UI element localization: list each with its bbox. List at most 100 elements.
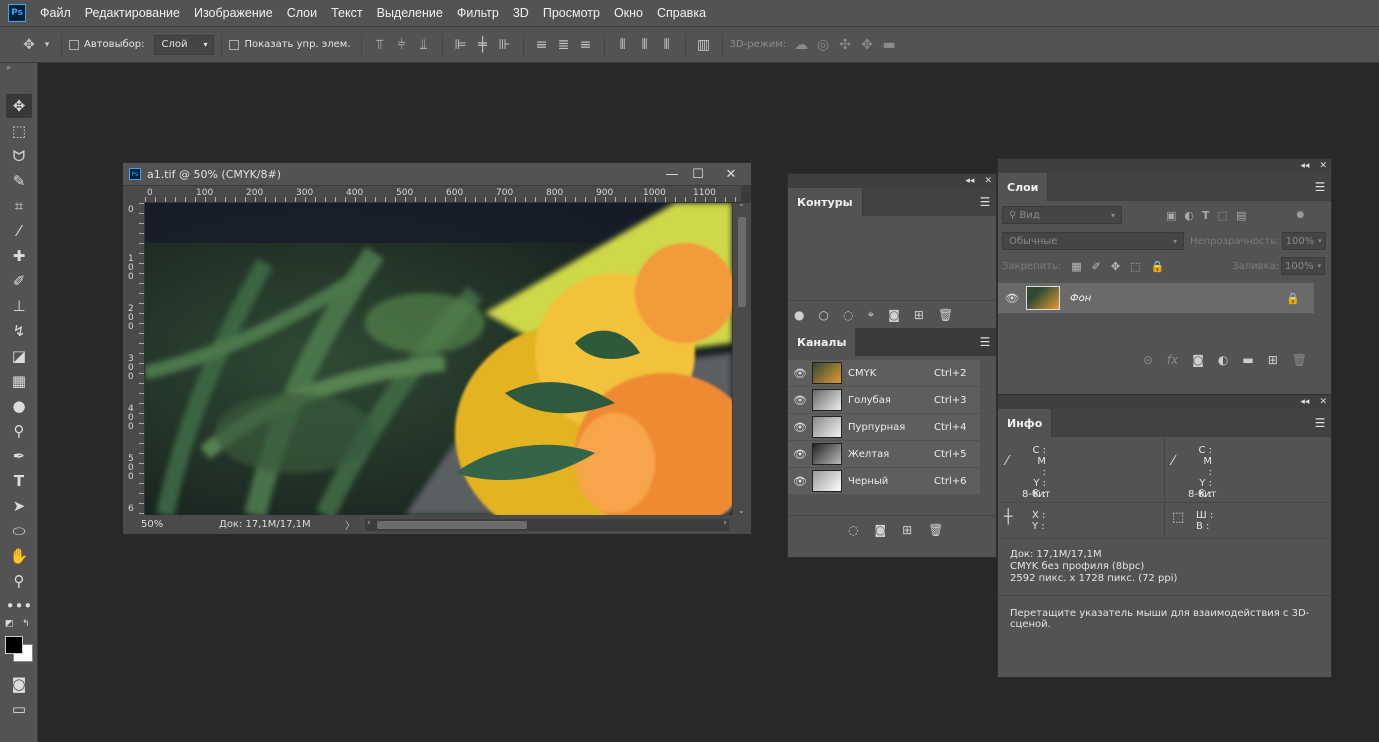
scroll-up-icon[interactable]: ⌃ [738,203,745,212]
eyedropper-icon[interactable]: ⁄ [1172,454,1174,469]
distribute-vcenter-icon[interactable]: ≣ [553,37,575,53]
roll-3d-icon[interactable]: ◎ [812,37,834,53]
distribute-right-icon[interactable]: ⦀ [656,37,678,53]
link-layers-icon[interactable]: ⊝ [1143,353,1153,367]
zoom-level[interactable]: 50% [123,519,175,530]
tab-channels[interactable]: Каналы [788,328,857,356]
document-titlebar[interactable]: Ps a1.tif @ 50% (CMYK/8#) — ☐ ✕ [123,163,751,185]
menu-layers[interactable]: Слои [287,6,317,20]
panel-menu-icon[interactable]: ☰ [974,328,996,356]
menu-help[interactable]: Справка [657,6,706,20]
healing-brush-tool-icon[interactable]: ✚ [6,244,32,268]
stamp-tool-icon[interactable]: ⊥ [6,294,32,318]
history-brush-tool-icon[interactable]: ↯ [6,319,32,343]
lasso-tool-icon[interactable]: ᗢ [6,144,32,168]
slide-3d-icon[interactable]: ✥ [856,37,878,53]
status-menu-chevron-icon[interactable]: 〉 [345,517,365,532]
add-mask-icon[interactable]: ◙ [888,308,900,322]
close-panel-icon[interactable]: ✕ [984,176,992,186]
new-path-icon[interactable]: ⊞ [914,308,924,322]
pan-3d-icon[interactable]: ✣ [834,37,856,53]
horizontal-ruler[interactable]: 0 100 200 300 400 500 600 700 800 900 10… [145,186,741,203]
close-panel-icon[interactable]: ✕ [1319,397,1327,407]
filter-shape-icon[interactable]: ⬚ [1218,209,1228,222]
eye-icon[interactable]: 👁 [788,394,812,407]
panel-menu-icon[interactable]: ☰ [1309,409,1331,437]
load-channel-selection-icon[interactable]: ◌ [848,523,858,537]
menu-filter[interactable]: Фильтр [457,6,499,20]
lock-all-icon[interactable]: 🔒 [1150,260,1164,273]
blur-tool-icon[interactable]: ● [6,394,32,418]
close-panel-icon[interactable]: ✕ [1319,161,1327,171]
lock-artboard-icon[interactable]: ⬚ [1130,260,1140,273]
channel-row-yellow[interactable]: 👁 Желтая Ctrl+5 [788,441,980,468]
type-tool-icon[interactable]: T [6,469,32,493]
filter-smart-object-icon[interactable]: ▤ [1236,209,1246,222]
vertical-scrollbar[interactable]: ⌃ ⌄ [733,203,751,515]
show-transform-checkbox[interactable]: Показать упр. элем. [229,39,351,50]
eye-icon[interactable]: 👁 [788,475,812,488]
panel-menu-icon[interactable]: ☰ [974,188,996,216]
quick-mask-icon[interactable]: ◙ [6,672,32,696]
eyedropper-tool-icon[interactable]: ⁄ [6,219,32,243]
align-vcenter-icon[interactable]: ⫩ [391,37,413,53]
swap-colors-icon[interactable]: ↰ [22,619,30,629]
dodge-tool-icon[interactable]: ⚲ [6,419,32,443]
scroll-down-icon[interactable]: ⌄ [738,506,745,515]
new-layer-icon[interactable]: ⊞ [1268,353,1278,367]
zoom-tool-icon[interactable]: ⚲ [6,569,32,593]
brush-tool-icon[interactable]: ✐ [6,269,32,293]
eraser-tool-icon[interactable]: ◪ [6,344,32,368]
stroke-path-icon[interactable]: ○ [818,308,828,322]
minimize-icon[interactable]: — [659,167,685,182]
lock-position-icon[interactable]: ✥ [1111,260,1120,273]
menu-window[interactable]: Окно [614,6,643,20]
opacity-input[interactable]: 100% ▾ [1281,232,1326,250]
eye-icon[interactable]: 👁 [788,367,812,380]
panel-menu-icon[interactable]: ☰ [1309,173,1331,201]
collapse-panels-icon[interactable]: ◂◂ [1300,161,1309,171]
layer-row-background[interactable]: 👁 Фон 🔒 [998,283,1314,313]
align-left-icon[interactable]: ⊫ [450,37,472,53]
hscroll-thumb[interactable] [377,520,527,529]
crop-tool-icon[interactable]: ⌗ [6,194,32,218]
gradient-tool-icon[interactable]: ▦ [6,369,32,393]
hand-tool-icon[interactable]: ✋ [6,544,32,568]
filter-adjustment-icon[interactable]: ◐ [1184,209,1194,222]
filter-type-icon[interactable]: T [1202,209,1210,222]
menu-edit[interactable]: Редактирование [85,6,180,20]
horizontal-scrollbar[interactable]: ‹ › [365,518,729,531]
align-top-icon[interactable]: ⫪ [369,37,391,53]
channel-row-cyan[interactable]: 👁 Голубая Ctrl+3 [788,387,980,414]
path-selection-tool-icon[interactable]: ➤ [6,494,32,518]
fill-input[interactable]: 100% ▾ [1281,257,1326,275]
delete-channel-icon[interactable]: 🗑 [928,523,943,537]
save-selection-channel-icon[interactable]: ◙ [874,523,886,537]
close-icon[interactable]: ✕ [711,167,751,182]
collapse-chevron-icon[interactable]: » [0,63,37,73]
distribute-bottom-icon[interactable]: ≡ [575,37,597,53]
foreground-color-swatch[interactable] [5,636,23,654]
new-group-icon[interactable]: ▬ [1242,353,1253,367]
checkbox-box[interactable] [69,39,79,50]
menu-view[interactable]: Просмотр [543,6,600,20]
collapse-panels-icon[interactable]: ◂◂ [965,176,974,186]
new-adjustment-layer-icon[interactable]: ◐ [1218,353,1228,367]
eye-icon[interactable]: 👁 [998,292,1026,305]
align-bottom-icon[interactable]: ⫫ [413,37,435,53]
menu-file[interactable]: Файл [40,6,71,20]
collapse-panels-icon[interactable]: ◂◂ [1300,397,1309,407]
panel-group-header[interactable]: ◂◂ ✕ [998,395,1331,409]
autoselect-target-select[interactable]: Слой ▾ [154,34,215,55]
lock-icon[interactable]: 🔒 [1286,292,1300,305]
lock-pixels-icon[interactable]: ✐ [1092,260,1101,273]
blend-mode-select[interactable]: Обычные ▾ [1002,232,1184,250]
tab-info[interactable]: Инфо [998,409,1053,437]
doc-size-info[interactable]: Док: 17,1M/17,1M [175,519,345,530]
panel-group-header[interactable]: ◂◂ ✕ [788,174,996,188]
new-channel-icon[interactable]: ⊞ [902,523,912,537]
tab-paths[interactable]: Контуры [788,188,863,216]
align-right-icon[interactable]: ⊪ [494,37,516,53]
scale-3d-icon[interactable]: ▬ [878,37,900,53]
vertical-ruler[interactable]: 0 1 0 0 2 0 0 3 0 0 4 0 0 5 0 0 6 [123,203,145,515]
